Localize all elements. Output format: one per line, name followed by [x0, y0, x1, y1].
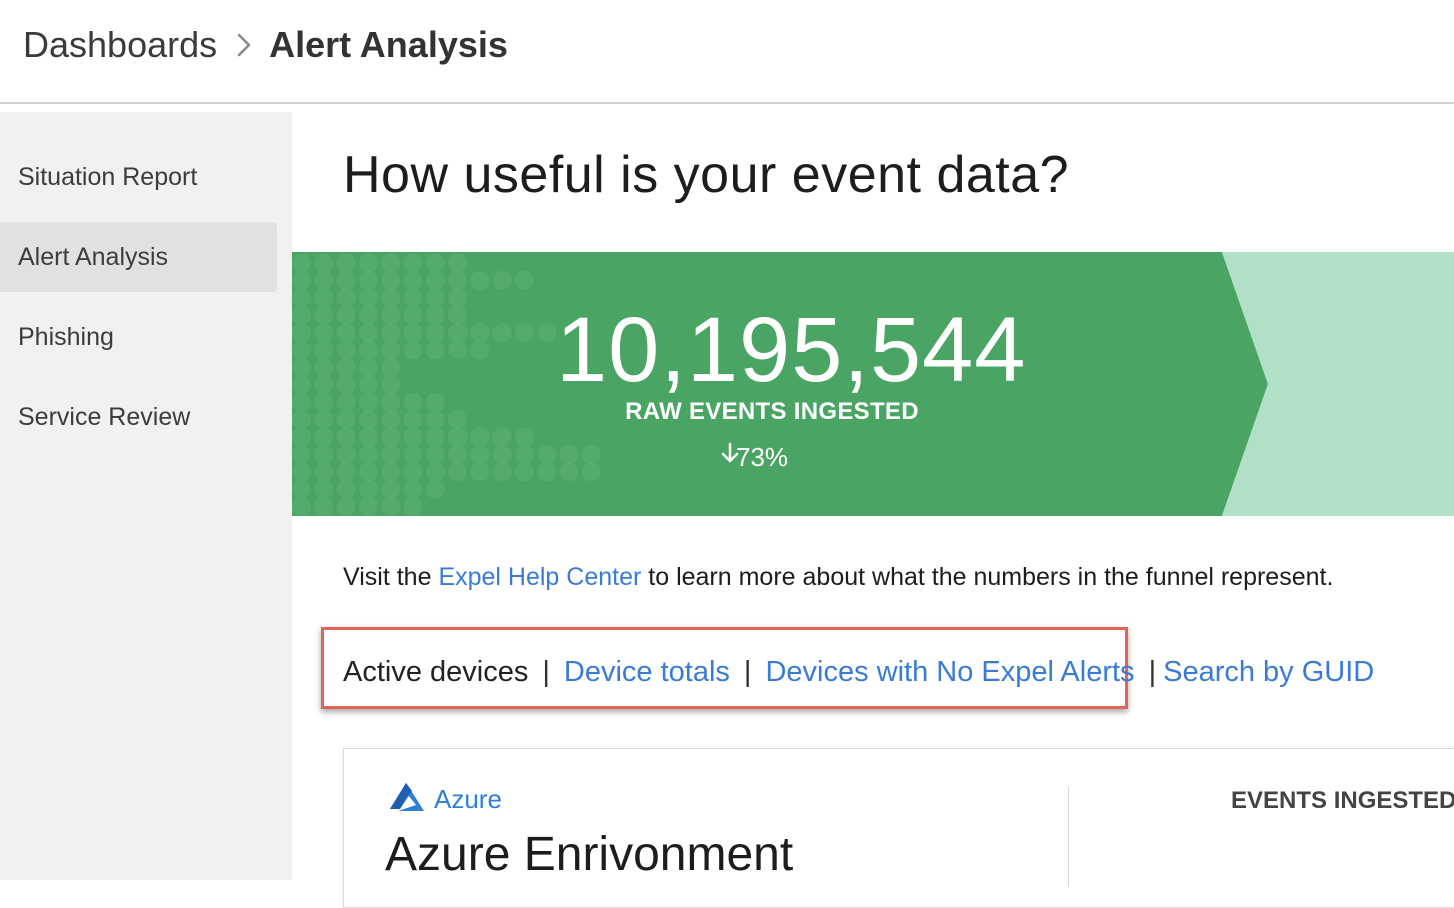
azure-brand-text: Azure [434, 784, 502, 814]
azure-brand: Azure [388, 781, 502, 818]
help-text: Visit the Expel Help Center to learn mor… [343, 560, 1333, 594]
tab-active-devices[interactable]: Active devices [343, 652, 528, 692]
tab-devices-no-alerts[interactable]: Devices with No Expel Alerts [765, 652, 1134, 692]
sidebar-item-service-review[interactable]: Service Review [0, 382, 277, 452]
events-funnel: 10,195,544 RAW EVENTS INGESTED 73% [292, 252, 1454, 516]
help-text-suffix: to learn more about what the numbers in … [641, 563, 1334, 591]
expel-help-center-link[interactable]: Expel Help Center [438, 563, 641, 591]
help-text-prefix: Visit the [343, 563, 439, 591]
environment-card: Azure Azure Enrivonment EVENTS INGESTED [343, 748, 1454, 908]
sidebar: Situation Report Alert Analysis Phishing… [0, 112, 292, 880]
change-percent: 73% [736, 442, 789, 472]
events-ingested-label: EVENTS INGESTED [1231, 787, 1454, 814]
tab-device-totals[interactable]: Device totals [564, 652, 730, 692]
chevron-right-icon [237, 33, 251, 57]
tab-separator: | [542, 656, 550, 688]
device-tabs: Active devices | Device totals | Devices… [343, 652, 1374, 692]
breadcrumb-dashboards-link[interactable]: Dashboards [23, 22, 217, 68]
card-divider [1068, 787, 1069, 887]
azure-logo-icon [388, 781, 432, 818]
tab-separator: | [1148, 656, 1157, 688]
sidebar-item-alert-analysis[interactable]: Alert Analysis [0, 222, 277, 292]
raw-events-label: RAW EVENTS INGESTED [625, 398, 919, 425]
raw-events-change: 73% [720, 442, 788, 473]
top-header: Dashboards Alert Analysis [0, 0, 1454, 104]
tab-search-by-guid[interactable]: Search by GUID [1163, 652, 1374, 692]
environment-title: Azure Enrivonment [385, 828, 794, 881]
breadcrumb-current: Alert Analysis [269, 24, 508, 65]
tab-separator: | [743, 656, 752, 688]
sidebar-item-phishing[interactable]: Phishing [0, 302, 277, 372]
breadcrumb: Dashboards Alert Analysis [23, 22, 508, 68]
raw-events-count: 10,195,544 [556, 299, 1027, 401]
page-title: How useful is your event data? [343, 146, 1070, 204]
sidebar-item-situation-report[interactable]: Situation Report [0, 142, 277, 212]
